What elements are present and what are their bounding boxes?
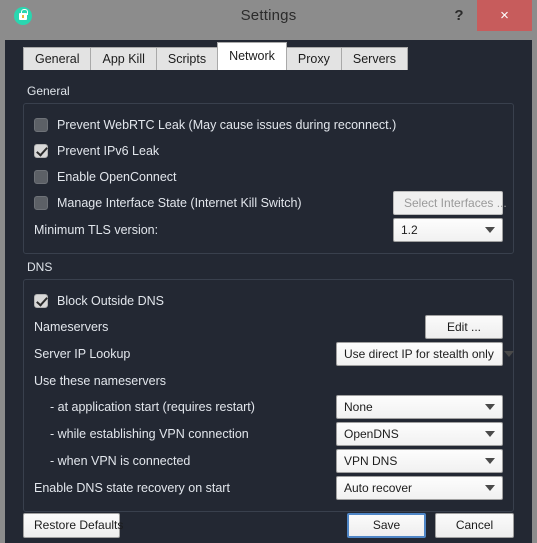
- close-button[interactable]: ×: [477, 0, 532, 31]
- dns-state-recovery-value: Auto recover: [344, 481, 413, 495]
- checkbox-unchecked-icon: [34, 169, 48, 184]
- minimum-tls-version-value: 1.2: [401, 223, 418, 237]
- footer-actions: Save Cancel: [347, 512, 514, 538]
- nameservers-label: Nameservers: [34, 320, 109, 334]
- settings-window: Settings ? × General App Kill Scripts Ne…: [0, 0, 537, 543]
- dns-groupbox: Block Outside DNS Nameservers Edit ... S…: [23, 279, 514, 512]
- block-outside-dns-label: Block Outside DNS: [57, 293, 164, 308]
- dialog-footer: Restore Defaults Save Cancel: [5, 503, 532, 543]
- window-controls: ? ×: [441, 0, 532, 31]
- chevron-down-icon: [485, 404, 495, 410]
- dns-while-establishing-vpn-value: OpenDNS: [344, 427, 399, 441]
- checkbox-checked-icon: [34, 293, 48, 308]
- server-ip-lookup-label: Server IP Lookup: [34, 347, 131, 361]
- server-ip-lookup-value: Use direct IP for stealth only: [344, 347, 494, 361]
- dns-at-application-start-dropdown[interactable]: None: [336, 395, 503, 419]
- dns-while-establishing-vpn-label: - while establishing VPN connection: [50, 427, 249, 441]
- row-prevent-ipv6: Prevent IPv6 Leak: [34, 139, 503, 162]
- cancel-button[interactable]: Cancel: [435, 512, 514, 538]
- enable-openconnect-label: Enable OpenConnect: [57, 169, 177, 184]
- dns-when-vpn-connected-dropdown[interactable]: VPN DNS: [336, 449, 503, 473]
- tab-network[interactable]: Network: [217, 42, 287, 70]
- prevent-ipv6-leak-label: Prevent IPv6 Leak: [57, 143, 160, 158]
- tab-servers[interactable]: Servers: [340, 47, 408, 70]
- row-dns-at-application-start: - at application start (requires restart…: [34, 395, 503, 419]
- chevron-down-icon: [503, 351, 514, 357]
- checkbox-unchecked-icon: [34, 196, 48, 210]
- dns-at-application-start-value: None: [344, 400, 373, 414]
- tab-app-kill[interactable]: App Kill: [90, 47, 157, 70]
- restore-defaults-button[interactable]: Restore Defaults: [23, 512, 123, 538]
- chevron-down-icon: [485, 485, 495, 491]
- row-enable-openconnect: Enable OpenConnect: [34, 165, 503, 188]
- chevron-down-icon: [485, 431, 495, 437]
- dns-state-recovery-label: Enable DNS state recovery on start: [34, 481, 230, 495]
- minimum-tls-version-dropdown[interactable]: 1.2: [393, 218, 503, 242]
- chevron-down-icon: [485, 227, 495, 233]
- network-tab-panel: General Prevent WebRTC Leak (May cause i…: [5, 70, 532, 512]
- tab-scripts[interactable]: Scripts: [155, 47, 219, 70]
- checkbox-unchecked-icon: [34, 117, 48, 132]
- padlock-icon: [14, 6, 32, 25]
- help-button[interactable]: ?: [441, 0, 477, 31]
- select-interfaces-button[interactable]: Select Interfaces ...: [393, 191, 507, 215]
- chevron-down-icon: [485, 458, 495, 464]
- save-button[interactable]: Save: [347, 512, 426, 538]
- title-bar: Settings ? ×: [5, 0, 532, 31]
- server-ip-lookup-dropdown[interactable]: Use direct IP for stealth only: [336, 342, 514, 366]
- row-server-ip-lookup: Server IP Lookup Use direct IP for steal…: [34, 342, 514, 366]
- prevent-ipv6-leak-checkbox[interactable]: Prevent IPv6 Leak: [34, 143, 159, 159]
- row-dns-state-recovery: Enable DNS state recovery on start Auto …: [34, 476, 503, 500]
- dns-section-label: DNS: [27, 260, 53, 274]
- row-minimum-tls-version: Minimum TLS version: 1.2: [34, 218, 503, 242]
- prevent-webrtc-leak-label: Prevent WebRTC Leak (May cause issues du…: [57, 117, 397, 132]
- row-use-these-nameservers: Use these nameservers: [34, 369, 503, 392]
- use-these-nameservers-label: Use these nameservers: [34, 373, 167, 388]
- manage-interface-state-label: Manage Interface State (Internet Kill Sw…: [57, 196, 302, 210]
- tab-proxy[interactable]: Proxy: [285, 47, 342, 70]
- dns-state-recovery-dropdown[interactable]: Auto recover: [336, 476, 503, 500]
- dns-while-establishing-vpn-dropdown[interactable]: OpenDNS: [336, 422, 503, 446]
- row-nameservers: Nameservers Edit ...: [34, 315, 503, 339]
- manage-interface-state-checkbox[interactable]: Manage Interface State (Internet Kill Sw…: [34, 195, 302, 211]
- edit-nameservers-button[interactable]: Edit ...: [425, 315, 503, 339]
- tab-bar: General App Kill Scripts Network Proxy S…: [5, 40, 532, 70]
- tab-general[interactable]: General: [23, 47, 92, 70]
- row-prevent-webrtc: Prevent WebRTC Leak (May cause issues du…: [34, 113, 503, 136]
- row-block-outside-dns: Block Outside DNS: [34, 289, 503, 312]
- prevent-webrtc-leak-checkbox[interactable]: Prevent WebRTC Leak (May cause issues du…: [34, 117, 396, 133]
- general-groupbox: Prevent WebRTC Leak (May cause issues du…: [23, 103, 514, 254]
- row-dns-when-vpn-connected: - when VPN is connected VPN DNS: [34, 449, 503, 473]
- checkbox-checked-icon: [34, 143, 48, 158]
- dns-when-vpn-connected-label: - when VPN is connected: [50, 454, 191, 468]
- dns-when-vpn-connected-value: VPN DNS: [344, 454, 398, 468]
- block-outside-dns-checkbox[interactable]: Block Outside DNS: [34, 293, 164, 309]
- dialog-content: General App Kill Scripts Network Proxy S…: [5, 40, 532, 543]
- row-manage-interface-state: Manage Interface State (Internet Kill Sw…: [34, 191, 507, 215]
- row-dns-while-establishing-vpn: - while establishing VPN connection Open…: [34, 422, 503, 446]
- general-section-label: General: [27, 84, 70, 98]
- minimum-tls-version-label: Minimum TLS version:: [34, 223, 159, 237]
- dns-at-application-start-label: - at application start (requires restart…: [50, 400, 255, 414]
- enable-openconnect-checkbox[interactable]: Enable OpenConnect: [34, 169, 177, 185]
